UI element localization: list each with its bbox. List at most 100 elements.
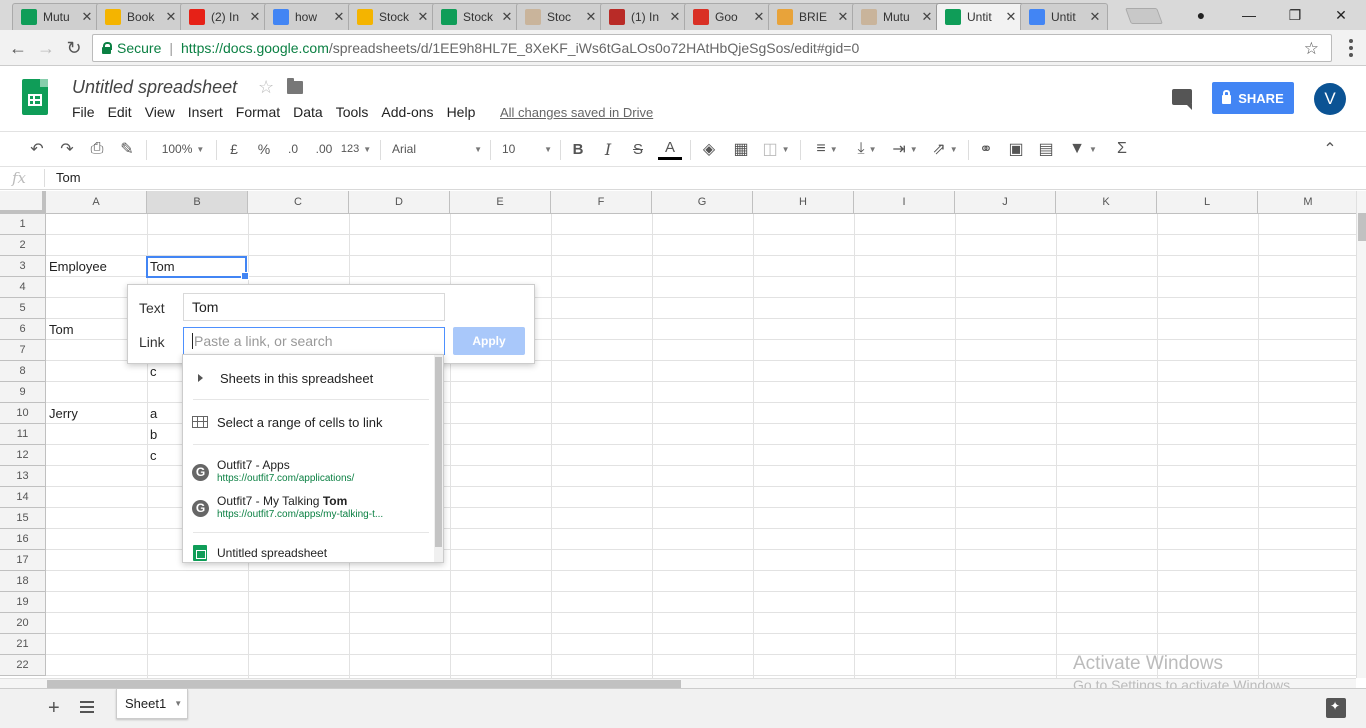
browser-tab[interactable]: (2) In ✕ [180,3,268,30]
row-header[interactable]: 7 [0,340,46,361]
column-header[interactable]: H [753,191,854,214]
row-header[interactable]: 10 [0,403,46,424]
doc-title[interactable]: Untitled spreadsheet [72,77,237,98]
column-header[interactable]: M [1258,191,1356,214]
menu-format[interactable]: Format [236,104,280,120]
close-tab-icon[interactable]: ✕ [165,9,177,25]
cell-a10[interactable]: Jerry [46,403,147,424]
menu-data[interactable]: Data [293,104,323,120]
star-icon[interactable]: ☆ [258,77,274,98]
merge-cells-icon[interactable]: ◫ ▼ [760,138,792,160]
strikethrough-button[interactable]: S [628,138,648,160]
browser-tab[interactable]: Untit ✕ [936,3,1024,30]
vertical-align-icon[interactable]: ⤓ ▼ [850,138,884,160]
browser-tab[interactable]: Mutu ✕ [852,3,940,30]
row-header[interactable]: 22 [0,655,46,676]
column-header[interactable]: F [551,191,652,214]
suggestions-scrollbar[interactable] [434,355,443,562]
select-all-corner[interactable] [0,191,46,214]
browser-tab[interactable]: Untit ✕ [1020,3,1108,30]
italic-button[interactable]: I [598,138,618,160]
percent-format-button[interactable]: % [254,138,274,160]
vertical-scrollbar[interactable] [1356,191,1366,678]
browser-tab[interactable]: Book ✕ [96,3,184,30]
row-header[interactable]: 13 [0,466,46,487]
close-tab-icon[interactable]: ✕ [837,9,849,25]
fill-color-icon[interactable]: ◈ [698,138,720,160]
column-header[interactable]: C [248,191,349,214]
menu-help[interactable]: Help [447,104,476,120]
zoom-select[interactable]: 100% ▼ [156,138,210,160]
font-select[interactable]: Arial ▼ [392,138,482,160]
text-wrap-icon[interactable]: ⇥ ▼ [888,138,922,160]
borders-icon[interactable]: ▦ [730,138,752,160]
font-size-select[interactable]: 10 ▼ [502,138,552,160]
row-header[interactable]: 3 [0,256,46,277]
menu-edit[interactable]: Edit [108,104,132,120]
formula-input[interactable]: Tom [56,170,81,185]
chrome-menu-icon[interactable] [1342,36,1360,60]
close-tab-icon[interactable]: ✕ [1005,9,1017,25]
row-header[interactable]: 4 [0,277,46,298]
row-header[interactable]: 1 [0,214,46,235]
column-header[interactable]: K [1056,191,1157,214]
close-tab-icon[interactable]: ✕ [753,9,765,25]
row-header[interactable]: 20 [0,613,46,634]
decrease-decimal-button[interactable]: .0 [282,138,304,160]
select-range-item[interactable]: Select a range of cells to link [183,407,435,437]
comments-icon[interactable] [1172,89,1192,110]
cell-a3[interactable]: Employee [46,256,147,277]
browser-tab[interactable]: Mutu ✕ [12,3,100,30]
column-header[interactable]: I [854,191,955,214]
url-field[interactable]: Secure | https://docs.google.com /spread… [92,34,1332,62]
new-tab-button[interactable] [1125,8,1163,24]
restore-button[interactable]: ❐ [1272,0,1318,30]
row-header[interactable]: 11 [0,424,46,445]
paint-format-icon[interactable]: ✎ [116,138,138,160]
close-tab-icon[interactable]: ✕ [585,9,597,25]
insert-link-icon[interactable]: ⚭ [974,138,998,160]
share-button[interactable]: SHARE [1212,82,1294,114]
row-header[interactable]: 9 [0,382,46,403]
column-header[interactable]: G [652,191,753,214]
apply-button[interactable]: Apply [453,327,525,355]
insert-chart-icon[interactable]: ▤ [1034,138,1058,160]
close-tab-icon[interactable]: ✕ [249,9,261,25]
column-header[interactable]: B [147,191,248,214]
row-header[interactable]: 16 [0,529,46,550]
text-rotation-icon[interactable]: ⇗ ▼ [928,138,962,160]
browser-tab[interactable]: BRIE ✕ [768,3,856,30]
horizontal-scroll-thumb[interactable] [47,680,681,688]
row-header[interactable]: 8 [0,361,46,382]
increase-decimal-button[interactable]: .00 [312,138,336,160]
more-formats-select[interactable]: 123 ▼ [340,138,372,160]
row-header[interactable]: 6 [0,319,46,340]
browser-tab[interactable]: (1) In ✕ [600,3,688,30]
column-header[interactable]: E [450,191,551,214]
suggestions-scroll-thumb[interactable] [435,357,442,547]
close-tab-icon[interactable]: ✕ [333,9,345,25]
redo-icon[interactable]: ↷ [56,138,78,160]
secure-indicator[interactable]: Secure [101,40,161,56]
row-header[interactable]: 15 [0,508,46,529]
close-tab-icon[interactable]: ✕ [501,9,513,25]
sheet-menu-caret-icon[interactable]: ▼ [174,699,182,708]
browser-tab[interactable]: how ✕ [264,3,352,30]
sheet-tab[interactable]: Sheet1 ▼ [116,689,188,719]
menu-view[interactable]: View [145,104,175,120]
column-header[interactable]: J [955,191,1056,214]
all-sheets-icon[interactable] [80,701,94,713]
forward-button[interactable]: → [34,36,58,60]
undo-icon[interactable]: ↶ [26,138,48,160]
link-text-input[interactable]: Tom [183,293,445,321]
sheets-logo-icon[interactable] [22,79,48,115]
explore-icon[interactable] [1326,698,1346,718]
close-tab-icon[interactable]: ✕ [81,9,93,25]
browser-tab[interactable]: Stock ✕ [432,3,520,30]
bold-button[interactable]: B [568,138,588,160]
profile-icon[interactable]: ● [1178,0,1224,30]
browser-tab[interactable]: Stock ✕ [348,3,436,30]
suggestion-result[interactable]: G Outfit7 - Apps https://outfit7.com/app… [183,457,435,487]
row-header[interactable]: 5 [0,298,46,319]
functions-icon[interactable]: Σ [1110,138,1134,160]
